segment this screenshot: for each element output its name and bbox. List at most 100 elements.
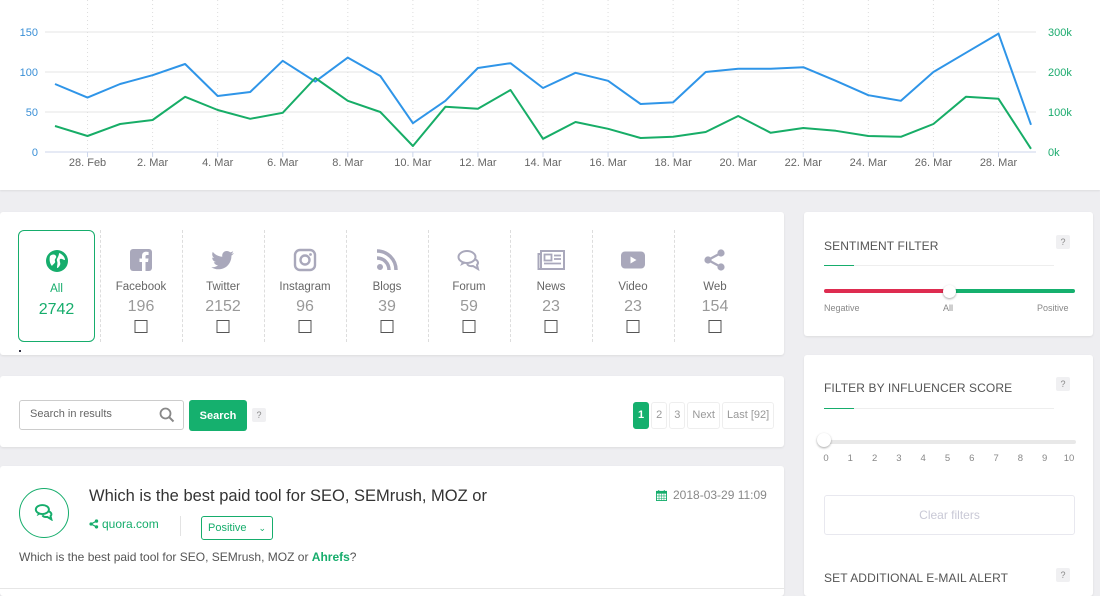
source-count: 2152 [205, 298, 241, 315]
last-page-button[interactable]: Last [92] [722, 402, 775, 429]
result-date: 2018-03-29 11:09 [656, 488, 767, 502]
page-2-button[interactable]: 2 [651, 402, 668, 429]
x-tick-label: 10. Mar [394, 157, 432, 169]
y-left-tick-label: 100 [20, 67, 38, 79]
x-tick-label: 28. Feb [69, 157, 106, 169]
globe-icon [45, 250, 68, 272]
title-underline [824, 265, 1054, 266]
y-right-tick-label: 300k [1048, 27, 1072, 39]
sentiment-label-negative: Negative [824, 303, 860, 313]
instagram-checkbox[interactable] [298, 320, 312, 333]
sentiment-track-positive[interactable] [950, 289, 1075, 293]
sentiment-label-all: All [943, 303, 954, 313]
mentions-chart-card: 0 50 100 150 0k 100k 200k 300k 28. Feb 2. Mar 4. M… [0, 0, 1100, 190]
x-tick-label: 12. Mar [459, 157, 497, 169]
source-label: Blogs [372, 281, 402, 293]
influencer-tick-label: 1 [847, 453, 853, 464]
facebook-checkbox[interactable] [134, 320, 148, 333]
source-label: News [536, 281, 566, 293]
influencer-tick-label: 3 [896, 453, 902, 464]
web-checkbox[interactable] [708, 320, 722, 333]
result-source-link[interactable]: quora.com [89, 517, 159, 531]
source-all[interactable]: All 2742 [18, 230, 95, 342]
stray-dot [19, 350, 21, 352]
influencer-filter-title: FILTER BY INFLUENCER SCORE [824, 381, 1013, 395]
influencer-tick-label: 7 [993, 453, 999, 464]
source-video[interactable]: Video 23 [592, 230, 674, 342]
source-count: 196 [127, 298, 155, 315]
source-count: 154 [701, 298, 729, 315]
sentiment-help-icon[interactable]: ? [1056, 235, 1070, 249]
influencer-slider-handle[interactable] [817, 433, 831, 447]
source-label: Twitter [206, 281, 240, 293]
result-source-text: quora.com [102, 517, 159, 531]
x-tick-label: 16. Mar [589, 157, 627, 169]
video-checkbox[interactable] [626, 320, 640, 333]
y-left-tick-label: 0 [32, 147, 38, 159]
next-page-button[interactable]: Next [687, 402, 720, 429]
source-twitter[interactable]: Twitter 2152 [182, 230, 264, 342]
result-date-text: 2018-03-29 11:09 [673, 488, 767, 502]
mentions-chart[interactable]: 0 50 100 150 0k 100k 200k 300k 28. Feb 2. Mar 4. M… [0, 0, 1100, 190]
search-input[interactable] [30, 408, 155, 420]
result-type-badge [19, 488, 69, 538]
snippet-text-end: ? [349, 550, 357, 564]
clear-filters-button[interactable]: Clear filters [824, 495, 1075, 535]
source-instagram[interactable]: Instagram 96 [264, 230, 346, 342]
source-count: 23 [624, 298, 642, 315]
influencer-tick-label: 2 [871, 453, 878, 464]
source-count: 23 [542, 298, 560, 315]
source-label: Forum [452, 281, 486, 293]
source-label: Video [618, 281, 648, 293]
source-count: 2742 [38, 301, 75, 318]
influencer-tick-label: 8 [1017, 453, 1024, 464]
influencer-tick-label: 5 [944, 453, 951, 464]
chevron-down-icon: ⌄ [258, 523, 266, 533]
news-checkbox[interactable] [544, 320, 558, 333]
search-field[interactable] [19, 400, 184, 430]
source-count: 59 [460, 298, 478, 315]
forum-checkbox[interactable] [462, 320, 476, 333]
sentiment-label-positive: Positive [1037, 303, 1069, 313]
influencer-tick-label: 4 [920, 453, 926, 464]
page-3-button[interactable]: 3 [669, 402, 686, 429]
source-web[interactable]: Web 154 [674, 230, 756, 342]
sentiment-dropdown[interactable]: Positive ⌄ [201, 516, 273, 540]
source-blogs[interactable]: Blogs 39 [346, 230, 428, 342]
source-count: 39 [378, 298, 396, 315]
sentiment-track-negative[interactable] [824, 289, 950, 293]
search-button[interactable]: Search [189, 400, 247, 431]
influencer-tick-label: 0 [823, 453, 829, 464]
sentiment-filter-card: SENTIMENT FILTER ? Negative All Positive [804, 212, 1093, 336]
source-count: 96 [296, 298, 314, 315]
x-tick-label: 2. Mar [137, 157, 169, 169]
source-news[interactable]: News 23 [510, 230, 592, 342]
x-tick-label: 28. Mar [980, 157, 1018, 169]
x-tick-label: 20. Mar [720, 157, 758, 169]
source-facebook[interactable]: Facebook 196 [100, 230, 182, 342]
influencer-filter-card: FILTER BY INFLUENCER SCORE ? 0 1 2 3 4 5 6 7 8 9 1… [804, 355, 1093, 596]
blogs-checkbox[interactable] [380, 320, 394, 333]
page-1-button[interactable]: 1 [633, 402, 650, 429]
facebook-icon [130, 249, 152, 271]
series-line-mentions [54, 32, 1032, 126]
search-icon[interactable] [159, 407, 175, 423]
influencer-help-icon[interactable]: ? [1056, 377, 1070, 391]
sentiment-slider-handle[interactable] [943, 285, 956, 298]
pagination: 1 2 3 Next Last [92] [633, 402, 775, 429]
source-label: Web [703, 281, 727, 293]
y-right-tick-label: 0k [1048, 147, 1060, 159]
influencer-tick-label: 6 [969, 453, 975, 464]
email-alert-help-icon[interactable]: ? [1056, 568, 1070, 582]
twitter-icon [211, 251, 234, 270]
source-forum[interactable]: Forum 59 [428, 230, 510, 342]
y-left-tick-label: 50 [26, 107, 38, 119]
influencer-slider-track[interactable] [824, 440, 1076, 444]
twitter-checkbox[interactable] [216, 320, 230, 333]
influencer-tick-label: 9 [1042, 453, 1048, 464]
search-help-icon[interactable]: ? [252, 408, 266, 422]
title-underline [824, 408, 1054, 409]
source-filter-card: All 2742 Facebook 196 Twitter 2152 Insta… [0, 212, 784, 355]
result-title[interactable]: Which is the best paid tool for SEO, SEM… [89, 487, 487, 506]
y-right-tick-label: 200k [1048, 67, 1072, 79]
